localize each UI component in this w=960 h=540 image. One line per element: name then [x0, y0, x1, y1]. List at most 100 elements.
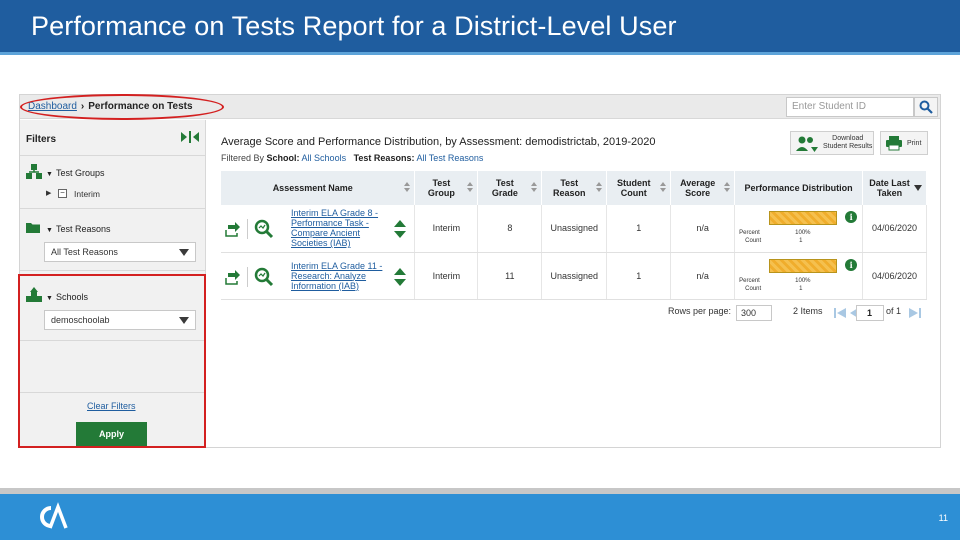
table-row: Interim ELA Grade 8 - Performance Task -…	[221, 205, 928, 253]
col-average-score[interactable]: Average Score	[670, 171, 736, 205]
perf-percent-value: 100%	[795, 230, 811, 236]
student-results-icon[interactable]	[225, 269, 241, 285]
checkbox-partial-icon[interactable]: −	[58, 189, 67, 198]
performance-bar	[769, 211, 838, 225]
sort-toggle-icon[interactable]	[393, 219, 407, 239]
magnify-results-icon[interactable]	[254, 267, 274, 287]
student-id-search-input[interactable]: Enter Student ID	[786, 97, 914, 117]
col-label: Student	[616, 178, 651, 188]
row-actions	[225, 219, 274, 239]
slide: Performance on Tests Report for a Distri…	[0, 0, 960, 540]
col-date-last-taken[interactable]: Date Last Taken	[862, 171, 928, 205]
date-cell: 04/06/2020	[862, 252, 928, 300]
title-underline	[0, 52, 960, 55]
first-page-icon[interactable]	[833, 306, 847, 320]
divider	[20, 270, 206, 271]
col-student-count[interactable]: Student Count	[606, 171, 672, 205]
slide-title: Performance on Tests Report for a Distri…	[31, 11, 677, 41]
assessment-link[interactable]: Interim ELA Grade 8 - Performance Task -…	[291, 208, 383, 248]
print-button[interactable]: Print	[880, 131, 928, 155]
col-label: Average	[680, 178, 716, 188]
expand-icon[interactable]: ▶	[46, 189, 51, 197]
row-actions	[225, 266, 274, 287]
perf-count-label: Count	[745, 238, 762, 244]
sort-icon	[531, 182, 538, 194]
filters-header: Filters	[20, 120, 206, 156]
search-button[interactable]	[914, 97, 938, 117]
col-test-group[interactable]: Test Group	[414, 171, 479, 205]
test-reason-cell: Unassigned	[541, 252, 608, 300]
test-groups-toggle[interactable]: ▼ Test Groups	[46, 168, 104, 178]
test-reasons-select[interactable]: All Test Reasons	[44, 242, 196, 262]
clear-filters-link[interactable]: Clear Filters	[87, 401, 136, 411]
col-test-grade[interactable]: Test Grade	[477, 171, 543, 205]
average-score-cell: n/a	[670, 252, 736, 300]
performance-distribution-cell: i Percent Count 100% 1	[734, 205, 863, 253]
col-label: Group	[427, 188, 455, 198]
collapse-panel-icon[interactable]	[180, 130, 200, 144]
sort-icon	[660, 182, 667, 194]
test-reasons-value: All Test Reasons	[51, 247, 118, 257]
rows-per-page-label: Rows per page:	[668, 306, 732, 316]
test-group-item: Interim	[74, 189, 100, 199]
student-count-cell: 1	[606, 205, 672, 253]
perf-count-label: Count	[745, 285, 762, 292]
download-label-2: Student Results	[823, 143, 873, 150]
student-results-icon[interactable]	[225, 221, 241, 237]
results-table: Assessment Name Test Group Test Grade Test…	[221, 171, 928, 300]
sort-desc-icon	[914, 185, 922, 191]
filters-title: Filters	[26, 134, 57, 145]
col-label: Test	[560, 178, 579, 188]
folder-icon	[26, 223, 40, 233]
info-icon[interactable]: i	[845, 211, 858, 223]
col-test-reason[interactable]: Test Reason	[541, 171, 608, 205]
col-label: Grade	[491, 188, 518, 198]
col-label: Count	[620, 188, 647, 198]
separator	[247, 219, 248, 239]
last-page-icon[interactable]	[908, 306, 922, 320]
download-label-1: Download	[832, 135, 864, 142]
sort-toggle-icon[interactable]	[393, 267, 407, 287]
apply-button[interactable]: Apply	[76, 422, 147, 446]
filter-reasons-value: All Test Reasons	[416, 153, 484, 163]
student-count-cell: 1	[606, 252, 672, 300]
col-label: Score	[685, 188, 711, 198]
chevron-down-icon	[179, 249, 189, 256]
magnify-results-icon[interactable]	[254, 219, 274, 239]
test-reason-cell: Unassigned	[541, 205, 608, 253]
filtered-by-label: Filtered By	[221, 153, 265, 163]
perf-percent-value: 100%	[795, 277, 811, 284]
sort-icon	[467, 182, 474, 194]
perf-percent-label: Percent	[739, 230, 760, 236]
download-student-results-button[interactable]: Download Student Results	[790, 131, 874, 155]
printer-icon	[886, 136, 902, 151]
sort-icon	[596, 182, 603, 194]
test-reasons-toggle[interactable]: ▼ Test Reasons	[46, 224, 110, 234]
date-cell: 04/06/2020	[862, 205, 928, 253]
col-label: Reason	[553, 188, 586, 198]
breadcrumb-highlight-oval	[20, 94, 224, 120]
table-header-row: Assessment Name Test Group Test Grade Test…	[221, 171, 928, 205]
performance-distribution-cell: i Percent Count 100% 1	[734, 252, 863, 300]
page-of-total: of 1	[886, 306, 902, 316]
sort-icon	[724, 182, 731, 194]
performance-bar	[769, 258, 838, 273]
assessment-link[interactable]: Interim ELA Grade 11 - Research: Analyze…	[291, 261, 383, 291]
sort-icon	[404, 182, 411, 194]
items-count: 2 Items	[793, 306, 823, 316]
report-title: Average Score and Performance Distributi…	[221, 136, 656, 148]
test-reasons-label: Test Reasons	[55, 224, 111, 234]
perf-percent-label: Percent	[739, 277, 760, 284]
title-bar: Performance on Tests Report for a Distri…	[0, 0, 960, 52]
col-label: Test	[432, 178, 451, 188]
info-icon[interactable]: i	[845, 258, 858, 271]
search-icon	[919, 100, 933, 114]
assessment-name-cell: Interim ELA Grade 8 - Performance Task -…	[221, 205, 416, 253]
col-label: Taken	[876, 188, 903, 198]
test-group-cell: Interim	[414, 252, 479, 300]
col-assessment-name[interactable]: Assessment Name	[221, 171, 416, 205]
page-number-input[interactable]: 1	[856, 305, 884, 321]
rows-per-page-input[interactable]: 300	[736, 305, 772, 321]
filtered-by-line: Filtered By School: All Schools Test Rea…	[221, 153, 483, 163]
test-group-cell: Interim	[414, 205, 479, 253]
